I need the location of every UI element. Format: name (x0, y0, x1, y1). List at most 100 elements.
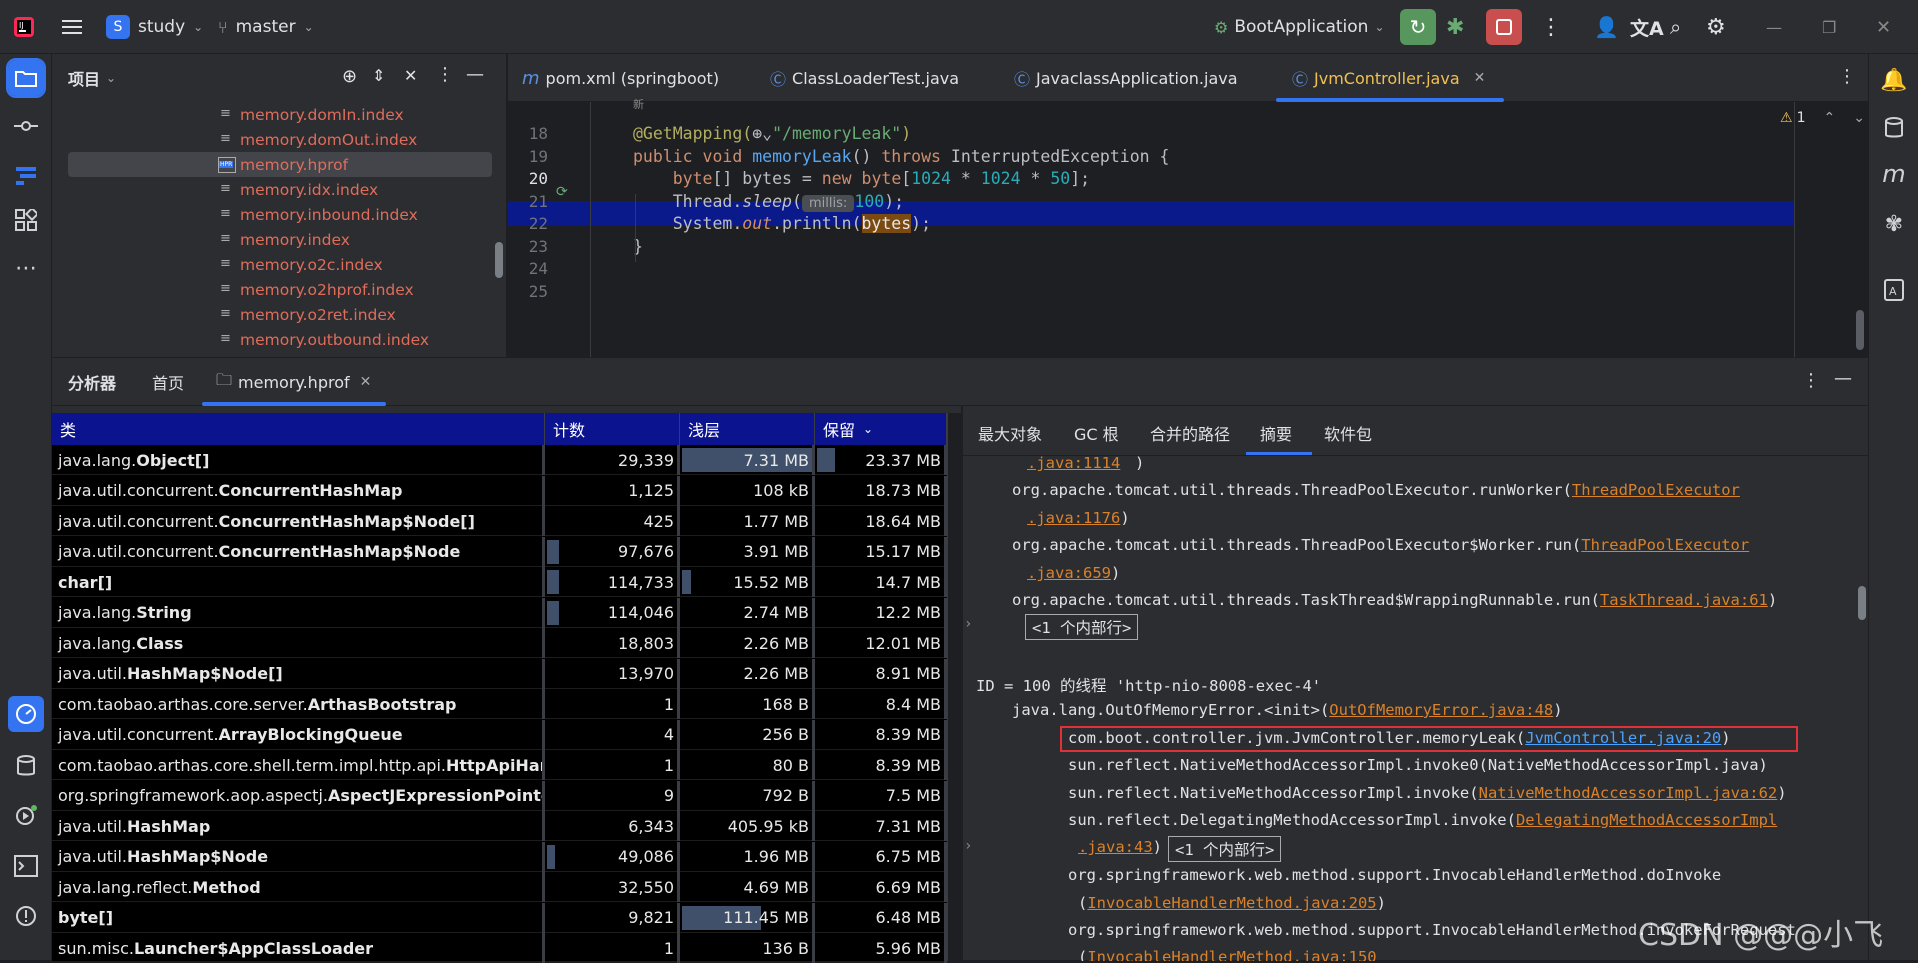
close-tab-icon[interactable]: ✕ (1474, 70, 1486, 86)
table-row[interactable]: com.taobao.arthas.core.server.ArthasBoot… (52, 689, 947, 719)
tree-item[interactable]: ≡ memory.outbound.index (52, 327, 507, 352)
table-row[interactable]: java.util.concurrent.ConcurrentHashMap$N… (52, 536, 947, 567)
table-row[interactable]: java.lang.reflect.Method 32,550 4.69 MB 6.6… (52, 872, 947, 902)
panel-divider[interactable] (961, 406, 963, 961)
tree-item[interactable]: ≡ memory.idx.index (52, 177, 507, 202)
stack-link[interactable]: TaskThread.java:61 (1600, 591, 1768, 609)
table-row[interactable]: java.lang.Class 18,803 2.26 MB 12.01 MB (52, 628, 947, 658)
structure-tool-icon[interactable] (8, 158, 44, 194)
tab-home[interactable]: 首页 (152, 358, 184, 406)
editor-scrollbar[interactable] (1856, 310, 1864, 350)
stack-link[interactable]: .java:659 (1027, 564, 1111, 582)
stack-link[interactable]: ThreadPoolExecutor (1581, 536, 1749, 554)
stack-link[interactable]: InvocableHandlerMethod.java:205 (1087, 894, 1376, 912)
tab-options-icon[interactable]: ⋮ (1838, 66, 1856, 87)
tree-item[interactable]: ≡ memory.domIn.index (52, 102, 507, 127)
rerun-icon[interactable]: ↻ (1400, 9, 1436, 45)
column-class[interactable]: 类 (52, 413, 545, 445)
stack-link[interactable]: .java:43 (1078, 838, 1153, 856)
maximize-icon[interactable]: ❐ (1822, 18, 1836, 37)
more-actions-icon[interactable]: ⋮ (1540, 15, 1562, 40)
tab-pom-xml[interactable]: m pom.xml (springboot) (522, 54, 719, 102)
tree-item[interactable]: ≡ memory.domOut.index (52, 127, 507, 152)
table-row[interactable]: java.util.concurrent.ConcurrentHashMap 1,… (52, 475, 947, 506)
terminal-tool-icon[interactable] (8, 848, 44, 884)
inner-lines-button[interactable]: <1 个内部行> (1168, 836, 1282, 862)
expand-all-icon[interactable]: ⇕ (372, 66, 385, 85)
tab-analyzer[interactable]: 分析器 (68, 358, 116, 406)
stack-link[interactable]: DelegatingMethodAccessorImpl (1516, 811, 1777, 829)
table-row[interactable]: org.springframework.aop.aspectj.AspectJE… (52, 780, 947, 811)
table-row[interactable]: java.util.HashMap$Node[] 13,970 2.26 MB 8.9… (52, 658, 947, 689)
main-menu-icon[interactable] (62, 0, 84, 54)
table-row[interactable]: java.util.HashMap$Node 49,086 1.96 MB 6.75 … (52, 841, 947, 872)
table-row[interactable]: java.util.concurrent.ArrayBlockingQueue 4… (52, 719, 947, 750)
tab-memory-hprof[interactable]: 🗀 memory.hprof ✕ (216, 358, 371, 406)
stack-scrollbar[interactable] (1858, 586, 1866, 620)
stack-link[interactable]: .java:1176 (1027, 509, 1120, 527)
tree-item[interactable]: ≡ memory.index (52, 227, 507, 252)
ai-assistant-icon[interactable]: ✾ (1876, 206, 1912, 242)
translate-icon[interactable]: 文A (1630, 14, 1664, 41)
run-gutter-icon[interactable]: ⟳ (556, 184, 568, 200)
tab-packages[interactable]: 软件包 (1324, 415, 1372, 451)
tab-jvmcontroller[interactable]: Ⓒ JvmController.java ✕ (1292, 54, 1485, 102)
search-icon[interactable]: ⌕ (1670, 15, 1681, 39)
tab-merged-paths[interactable]: 合并的路径 (1150, 415, 1230, 451)
tree-item[interactable]: ≡ memory.o2hprof.index (52, 277, 507, 302)
ascii-doc-icon[interactable]: A (1876, 272, 1912, 308)
project-switcher[interactable]: S study ⌄ (106, 0, 203, 54)
close-icon[interactable]: ✕ (1876, 17, 1891, 38)
database-tool-icon[interactable] (8, 748, 44, 784)
minimize-icon[interactable]: — (1766, 18, 1782, 37)
run-config-selector[interactable]: ⚙ BootApplication ⌄ (1214, 0, 1385, 54)
app-logo-icon[interactable]: IJ (12, 0, 36, 54)
table-row[interactable]: java.lang.String 114,046 2.74 MB 12.2 MB (52, 597, 947, 628)
options-icon[interactable]: ⋮ (436, 64, 454, 85)
stack-link[interactable]: .java:1114 (1027, 454, 1120, 472)
notifications-icon[interactable]: 🔔 (1876, 62, 1912, 98)
column-count[interactable]: 计数 (545, 413, 680, 445)
table-scrollbar[interactable] (947, 413, 961, 961)
stop-icon[interactable] (1486, 9, 1522, 45)
tab-summary[interactable]: 摘要 (1260, 415, 1292, 451)
table-row[interactable]: java.util.concurrent.ConcurrentHashMap$N… (52, 506, 947, 536)
class-table[interactable]: 类 计数 浅层 保留 ⌄ java.lang.Object[] 29,339 7.31… (52, 413, 947, 963)
hide-icon[interactable]: — (466, 64, 484, 85)
problems-tool-icon[interactable] (8, 898, 44, 934)
project-panel-header[interactable]: 项目 ⌄ (68, 66, 116, 90)
table-row[interactable]: com.taobao.arthas.core.shell.term.impl.h… (52, 750, 947, 780)
hide-icon[interactable]: — (1834, 368, 1852, 389)
table-row[interactable]: java.util.HashMap 6,343 405.95 kB 7.31 MB (52, 811, 947, 841)
stack-link[interactable]: ThreadPoolExecutor (1572, 481, 1740, 499)
table-row[interactable]: byte[] 9,821 111.45 MB 6.48 MB (52, 902, 947, 933)
table-row[interactable]: char[] 114,733 15.52 MB 14.7 MB (52, 567, 947, 597)
tree-item[interactable]: ≡ memory.o2ret.index (52, 302, 507, 327)
tab-gc-roots[interactable]: GC 根 (1074, 415, 1119, 451)
stack-link[interactable]: InvocableHandlerMethod.java:150 (1087, 948, 1376, 961)
maven-icon[interactable]: m (1876, 156, 1912, 192)
more-tools-icon[interactable]: ⋯ (8, 250, 44, 286)
profiler-tool-icon[interactable] (8, 696, 44, 732)
tab-javaclassapplication[interactable]: Ⓒ JavaclassApplication.java (1014, 54, 1238, 102)
code-area[interactable]: 新 ⟳ 18 @GetMapping(⊕⌄"/memoryLeak") 19 publ… (508, 98, 1868, 357)
expand-chevron-icon[interactable]: › (964, 838, 972, 854)
table-row[interactable]: sun.misc.Launcher$AppClassLoader 1 136 B 5.… (52, 933, 947, 963)
inner-lines-button[interactable]: <1 个内部行> (1025, 614, 1139, 640)
locate-icon[interactable]: ⊕ (342, 66, 357, 87)
debug-icon[interactable]: ✱ (1446, 15, 1464, 40)
branch-switcher[interactable]: ⑂ master ⌄ (218, 0, 314, 54)
tree-item[interactable]: HPR memory.hprof (52, 152, 507, 177)
tree-item[interactable]: ≡ memory.o2c.index (52, 252, 507, 277)
table-row[interactable]: java.lang.Object[] 29,339 7.31 MB 23.37 MB (52, 445, 947, 475)
tab-classloadertest[interactable]: Ⓒ ClassLoaderTest.java (770, 54, 959, 102)
commit-tool-icon[interactable] (8, 108, 44, 144)
column-shallow[interactable]: 浅层 (680, 413, 815, 445)
stack-link[interactable]: NativeMethodAccessorImpl.java:62 (1479, 784, 1778, 802)
collapse-all-icon[interactable]: ✕ (404, 66, 417, 85)
gear-icon[interactable]: ⚙ (1706, 15, 1726, 40)
stack-link[interactable]: JvmController.java:20 (1525, 729, 1721, 747)
tree-item[interactable]: ≡ memory.inbound.index (52, 202, 507, 227)
add-user-icon[interactable]: 👤 (1594, 15, 1619, 39)
services-tool-icon[interactable] (8, 798, 44, 834)
